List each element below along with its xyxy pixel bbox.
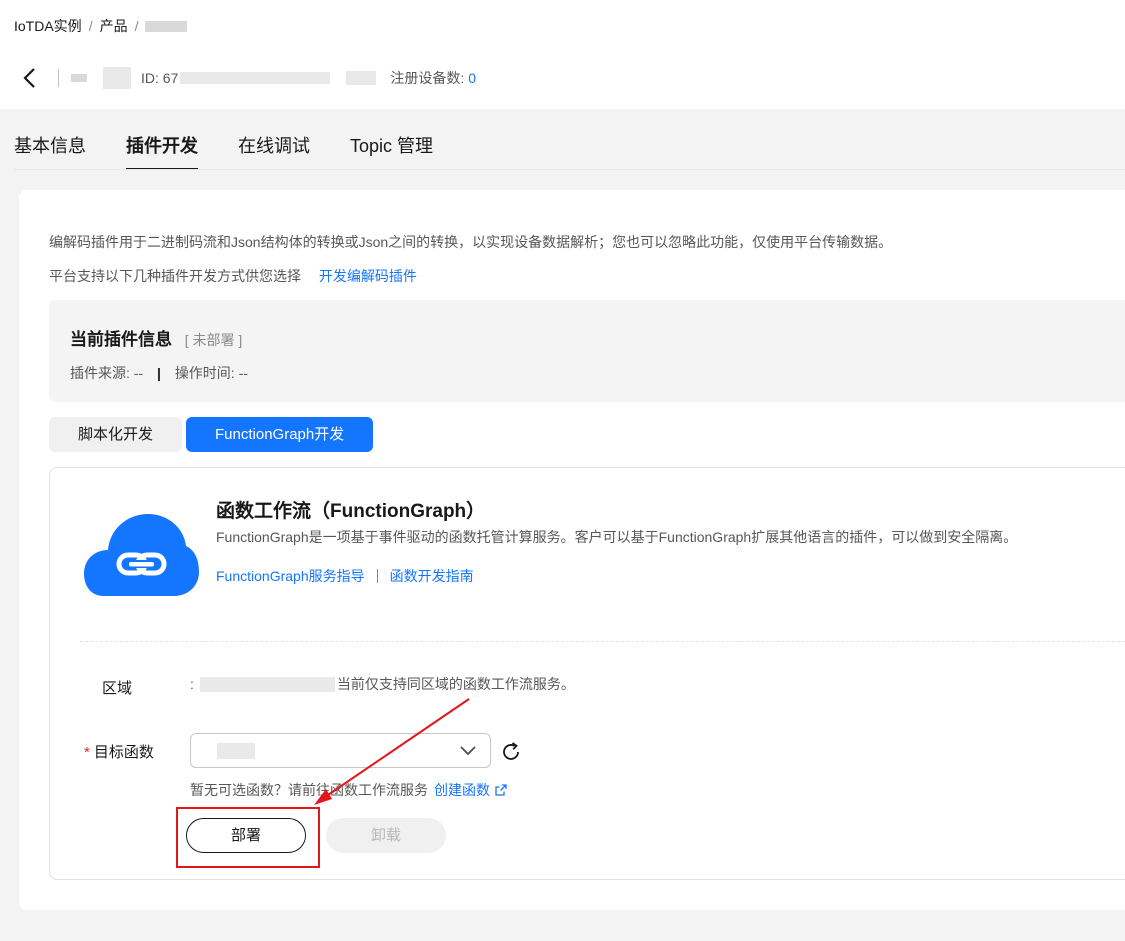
region-note: 当前仅支持同区域的函数工作流服务。 [336, 676, 575, 692]
plugin-meta: 插件来源: -- | 操作时间: -- [70, 363, 248, 383]
plugin-description: 编解码插件用于二进制码流和Json结构体的转换或Json之间的转换，以实现设备数… [49, 234, 893, 250]
dashed-divider [80, 641, 1125, 642]
functiongraph-links: FunctionGraph服务指导 函数开发指南 [216, 566, 474, 586]
create-function-link[interactable]: 创建函数 [434, 780, 490, 800]
breadcrumb-separator: / [88, 18, 93, 34]
redacted-product-title [103, 67, 131, 89]
target-function-label: * 目标函数 [84, 741, 154, 762]
operation-time: 操作时间: -- [174, 365, 248, 381]
region-colon: : [190, 676, 194, 692]
highlight-box [176, 807, 320, 868]
dev-method-text: 平台支持以下几种插件开发方式供您选择 [49, 268, 301, 284]
hint-text: 暂无可选函数？请前往函数工作流服务 [190, 782, 428, 798]
functiongraph-title: 函数工作流（FunctionGraph） [216, 501, 486, 522]
meta-divider: | [157, 365, 161, 381]
redacted-product-name [145, 20, 188, 32]
plugin-info-title: 当前插件信息 [ 未部署 ] [70, 325, 242, 350]
current-plugin-info: 当前插件信息 [ 未部署 ] 插件来源: -- | 操作时间: -- [49, 300, 1125, 402]
target-function-text: 目标函数 [93, 744, 154, 761]
redacted-copy [346, 71, 377, 85]
tab-plugin-dev[interactable]: 插件开发 [126, 124, 198, 170]
script-dev-button[interactable]: 脚本化开发 [49, 417, 183, 452]
uninstall-button: 卸载 [326, 818, 446, 853]
dev-method-line: 平台支持以下几种插件开发方式供您选择 开发编解码插件 [49, 266, 417, 286]
breadcrumb: IoTDA实例 / 产品 / [14, 16, 188, 36]
external-link-icon[interactable] [495, 784, 507, 796]
dev-mode-switch: 脚本化开发 FunctionGraph开发 [49, 417, 377, 452]
back-arrow-icon[interactable] [14, 63, 44, 93]
top-header: IoTDA实例 / 产品 / ID: 67 注册设备数: 0 [0, 0, 1125, 109]
header-divider [58, 69, 59, 87]
tab-bar: 基本信息 插件开发 在线调试 Topic 管理 [14, 124, 473, 170]
functiongraph-dev-button[interactable]: FunctionGraph开发 [186, 417, 374, 452]
plugin-source: 插件来源: -- [70, 365, 144, 381]
status-badge: [ 未部署 ] [184, 332, 243, 348]
product-id-label: ID: 67 [141, 70, 179, 86]
redacted-function-name [217, 743, 255, 759]
no-function-hint: 暂无可选函数？请前往函数工作流服务 创建函数 [190, 780, 507, 800]
cloud-link-icon [84, 512, 199, 598]
device-count-label: 注册设备数: [390, 70, 465, 86]
function-dev-guide-link[interactable]: 函数开发指南 [390, 566, 474, 586]
required-marker: * [84, 744, 90, 761]
redacted-region [199, 676, 335, 692]
functiongraph-description: FunctionGraph是一项基于事件驱动的函数托管计算服务。客户可以基于Fu… [216, 529, 1018, 545]
tab-basic-info[interactable]: 基本信息 [14, 124, 86, 170]
link-divider [376, 569, 378, 583]
target-function-select[interactable] [190, 733, 491, 768]
functiongraph-guide-link[interactable]: FunctionGraph服务指导 [216, 566, 365, 586]
tab-online-debug[interactable]: 在线调试 [238, 124, 310, 170]
breadcrumb-separator: / [134, 18, 139, 34]
device-count-value[interactable]: 0 [468, 70, 476, 86]
plugin-info-heading: 当前插件信息 [70, 330, 172, 349]
product-header: ID: 67 注册设备数: 0 [14, 62, 476, 94]
chevron-down-icon [460, 743, 476, 762]
tab-underline [14, 169, 1125, 170]
develop-codec-link[interactable]: 开发编解码插件 [319, 268, 417, 284]
refresh-icon[interactable] [500, 741, 522, 763]
breadcrumb-iotda[interactable]: IoTDA实例 [14, 16, 82, 36]
tab-topic-management[interactable]: Topic 管理 [350, 124, 433, 170]
region-value: : 当前仅支持同区域的函数工作流服务。 [190, 674, 575, 694]
redacted-product-icon [71, 74, 87, 82]
region-label: 区域 [102, 680, 133, 697]
breadcrumb-product[interactable]: 产品 [100, 16, 128, 36]
redacted-product-id [180, 72, 331, 84]
